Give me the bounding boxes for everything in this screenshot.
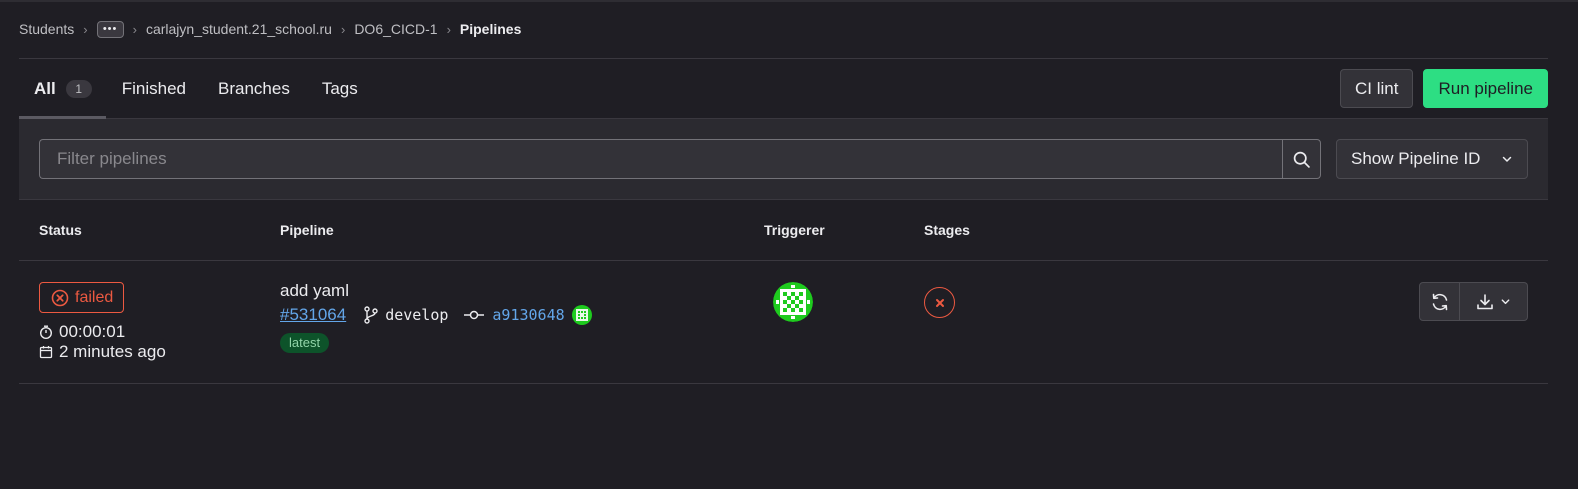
breadcrumb-more-button[interactable]: ••• — [96, 20, 124, 38]
branch-link[interactable]: develop — [385, 306, 448, 324]
pipeline-refs: #531064 develop a9130648 — [280, 305, 592, 325]
chevron-right-icon: › — [340, 21, 346, 37]
tab-tags[interactable]: Tags — [306, 59, 374, 118]
tabs-row: All 1 Finished Branches Tags CI lint Run… — [19, 59, 1548, 119]
download-icon — [1477, 293, 1493, 309]
branch-icon — [364, 306, 378, 324]
tab-label: All — [34, 78, 56, 98]
commit-author-avatar[interactable] — [571, 305, 592, 325]
breadcrumb-group[interactable]: carlajyn_student.21_school.ru — [146, 21, 332, 37]
filter-bar: Show Pipeline ID — [19, 119, 1548, 200]
tab-count-badge: 1 — [65, 79, 92, 98]
status-badge[interactable]: failed — [39, 282, 125, 313]
download-artifacts-dropdown[interactable] — [1460, 282, 1528, 321]
duration: 00:00:01 — [39, 322, 125, 342]
commit-icon — [464, 310, 485, 320]
tab-branches[interactable]: Branches — [202, 59, 306, 118]
chevron-right-icon: › — [83, 21, 88, 37]
duration-text: 00:00:01 — [59, 322, 126, 341]
chevron-down-icon — [1502, 156, 1512, 162]
run-pipeline-button[interactable]: Run pipeline — [1423, 69, 1548, 108]
triggerer-avatar[interactable] — [773, 282, 813, 322]
table-header: Status Pipeline Triggerer Stages — [19, 200, 1548, 261]
header-status: Status — [39, 222, 82, 238]
pipeline-tabs: All 1 Finished Branches Tags — [19, 59, 374, 119]
chevron-right-icon: › — [132, 21, 137, 37]
stage-failed-button[interactable] — [924, 287, 955, 318]
tab-all[interactable]: All 1 — [19, 59, 106, 119]
header-triggerer: Triggerer — [764, 222, 825, 238]
retry-button[interactable] — [1419, 282, 1460, 321]
retry-icon — [1432, 293, 1447, 310]
commit-sha-link[interactable]: a9130648 — [492, 306, 564, 324]
pipeline-id-link[interactable]: #531064 — [280, 305, 346, 325]
tab-label: Finished — [121, 78, 186, 98]
close-icon — [935, 298, 944, 307]
breadcrumb: Students › ••• › carlajyn_student.21_sch… — [19, 0, 1548, 59]
header-pipeline: Pipeline — [280, 222, 334, 238]
breadcrumb-current: Pipelines — [459, 21, 522, 37]
chevron-right-icon: › — [446, 21, 451, 37]
tab-finished[interactable]: Finished — [106, 59, 202, 118]
dropdown-label: Show Pipeline ID — [1351, 149, 1481, 168]
pipelines-page: Students › ••• › carlajyn_student.21_sch… — [19, 0, 1548, 384]
ci-lint-button[interactable]: CI lint — [1340, 69, 1414, 108]
calendar-icon — [39, 346, 53, 359]
status-failed-icon — [51, 289, 69, 306]
finished-text: 2 minutes ago — [59, 342, 166, 361]
header-stages: Stages — [924, 222, 970, 238]
search-button[interactable] — [1282, 139, 1321, 179]
breadcrumb-project[interactable]: DO6_CICD-1 — [354, 21, 437, 37]
pipeline-title[interactable]: add yaml — [280, 281, 349, 301]
finished-time: 2 minutes ago — [39, 342, 166, 362]
table-row: failed 00:00:01 2 minutes ago add yaml #… — [19, 261, 1548, 384]
header-actions: CI lint Run pipeline — [1340, 59, 1548, 118]
filter-group — [39, 139, 1321, 179]
timer-icon — [40, 325, 52, 339]
tab-label: Branches — [218, 78, 290, 98]
chevron-down-icon — [1501, 299, 1510, 305]
latest-badge: latest — [280, 333, 330, 353]
tab-label: Tags — [321, 78, 358, 98]
breadcrumb-students[interactable]: Students — [19, 21, 74, 37]
status-text: failed — [75, 288, 114, 306]
show-pipeline-id-dropdown[interactable]: Show Pipeline ID — [1336, 139, 1528, 179]
search-icon — [1293, 151, 1310, 168]
row-actions — [1419, 282, 1528, 321]
filter-pipelines-input[interactable] — [39, 139, 1282, 179]
